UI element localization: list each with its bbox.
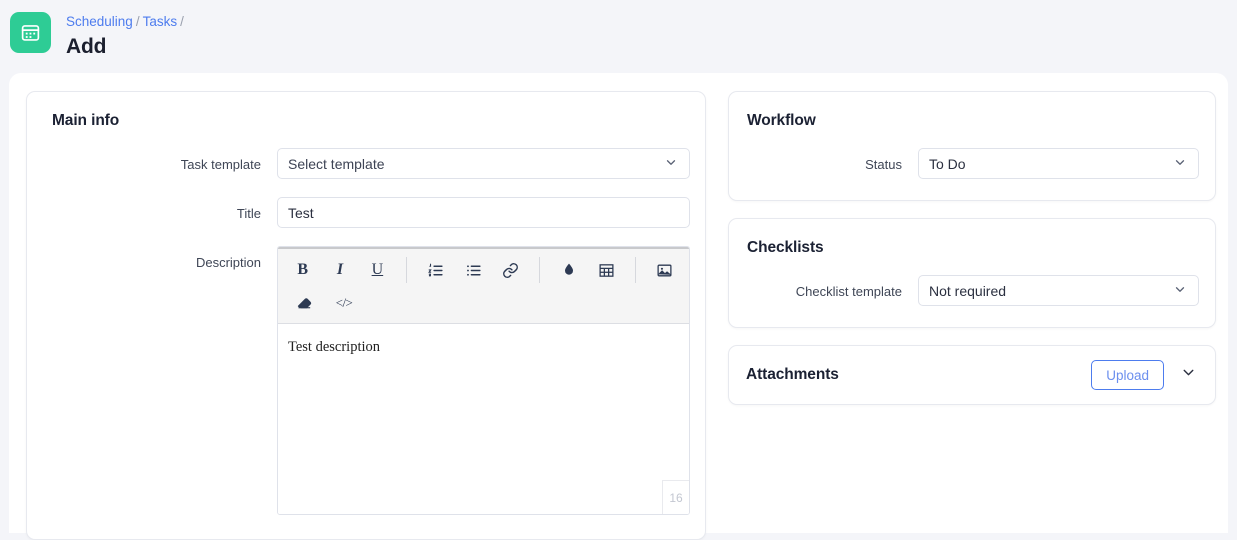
checklist-template-label: Checklist template [795,284,902,299]
editor-toolbar-row-2: </> [284,287,683,318]
description-editor: B I U </> Test description 16 [277,246,690,515]
page-header: Scheduling / Tasks / Add [0,0,1237,73]
breadcrumb-separator-1: / [135,14,140,29]
unordered-list-icon[interactable] [454,255,491,285]
main-info-title: Main info [52,112,120,129]
toolbar-divider-3 [634,257,636,283]
breadcrumb-separator-2: / [180,14,184,29]
checklists-title: Checklists [747,239,824,256]
chevron-down-icon [1173,282,1187,299]
task-template-select[interactable]: Select template [277,148,690,179]
chevron-down-icon [664,155,678,172]
description-row: Description B I U </> Test description 1… [44,246,690,515]
task-template-label: Task template [180,157,261,172]
left-column: Main info Task template Select template [26,91,706,540]
title-label: Title [236,206,261,221]
content-surface: Main info Task template Select template [9,73,1228,540]
editor-toolbar: B I U </> [278,247,689,324]
status-row: Status To Do [746,148,1199,179]
bold-icon[interactable]: B [284,255,321,285]
attachments-title: Attachments [746,366,839,383]
toolbar-divider-2 [539,257,541,283]
breadcrumb-item-tasks[interactable]: Tasks [143,14,178,29]
breadcrumb: Scheduling / Tasks / [66,9,187,30]
task-template-value: Select template [288,155,385,172]
checklist-template-row: Checklist template Not required [746,275,1199,306]
title-row: Title Test [44,197,690,228]
clear-format-eraser-icon[interactable] [284,288,324,318]
two-column-layout: Main info Task template Select template [26,91,1217,540]
description-label: Description [195,255,261,270]
title-input-value: Test [288,204,314,221]
breadcrumb-item-scheduling[interactable]: Scheduling [66,14,133,29]
code-view-icon[interactable]: </> [324,288,364,318]
page-title: Add [66,35,107,58]
checklists-card: Checklists Checklist template Not requir… [728,218,1216,328]
calendar-icon [10,12,51,53]
description-textarea[interactable]: Test description 16 [278,324,689,514]
workflow-title: Workflow [747,112,816,129]
chevron-down-icon[interactable] [1177,364,1200,386]
text-color-icon[interactable] [550,255,587,285]
workflow-card: Workflow Status To Do [728,91,1216,201]
image-icon[interactable] [646,255,683,285]
link-icon[interactable] [492,255,529,285]
toolbar-divider-1 [406,257,408,283]
checklist-template-select[interactable]: Not required [918,275,1199,306]
character-counter: 16 [662,480,689,514]
upload-button[interactable]: Upload [1091,360,1164,390]
status-value: To Do [929,155,966,172]
right-column: Workflow Status To Do Checklists Checkli… [728,91,1216,540]
chevron-down-icon [1173,155,1187,172]
checklist-template-value: Not required [929,282,1007,299]
ordered-list-icon[interactable] [417,255,454,285]
header-text-block: Scheduling / Tasks / Add [66,9,187,60]
title-input[interactable]: Test [277,197,690,228]
table-icon[interactable] [587,255,624,285]
underline-icon[interactable]: U [359,255,396,285]
editor-toolbar-row-1: B I U [284,253,683,287]
task-template-row: Task template Select template [44,148,690,179]
italic-icon[interactable]: I [321,255,358,285]
attachments-actions: Upload [1091,360,1200,390]
description-text: Test description [288,339,381,355]
attachments-card: Attachments Upload [728,345,1216,405]
main-info-card: Main info Task template Select template [26,91,706,540]
status-label: Status [865,157,902,172]
status-select[interactable]: To Do [918,148,1199,179]
